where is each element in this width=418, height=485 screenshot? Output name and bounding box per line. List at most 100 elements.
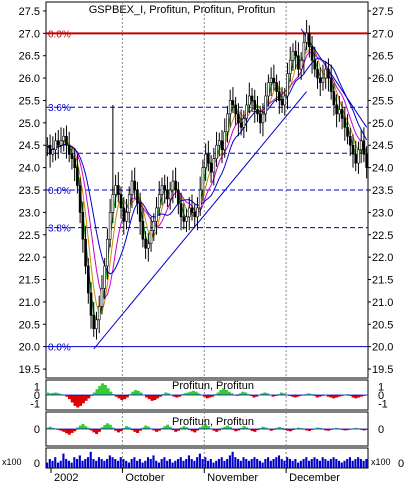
y-tick-label-left: 24.5 (19, 140, 40, 152)
price-bar-body (182, 216, 186, 222)
price-bar-body (97, 306, 101, 321)
price-bar-body (54, 140, 57, 151)
volume-bar (130, 459, 133, 468)
price-bar-body (193, 212, 197, 218)
oscillator-1-bar (332, 395, 336, 399)
price-bar-body (122, 207, 126, 222)
oscillator-2-bar (103, 425, 107, 429)
price-bar-body (127, 194, 131, 213)
oscillator-1-bar (354, 395, 358, 399)
y-tick-label-right: 25.5 (372, 95, 393, 107)
y-tick-label-left: 21.5 (19, 275, 40, 287)
y-tick-label-right: 21.5 (372, 275, 393, 287)
volume-bar (362, 460, 365, 468)
price-bar-body (318, 77, 322, 83)
volume-tick-label-right: 0 (398, 458, 404, 470)
volume-bar (149, 459, 152, 468)
price-bar-body (152, 221, 156, 231)
oscillator-1-bar (87, 395, 91, 399)
price-bar-body (256, 109, 259, 115)
volume-bar (78, 455, 81, 468)
price-bar-body (245, 104, 248, 119)
price-bar-body (365, 153, 368, 168)
price-bar-body (46, 144, 49, 147)
price-bar-body (114, 185, 117, 195)
osc2-panel-title: Profitun, Profitun (172, 416, 254, 428)
volume-bar (351, 460, 354, 468)
volume-bar (108, 455, 111, 468)
price-bar-body (354, 153, 358, 164)
y-tick-label-right: 27.0 (372, 28, 393, 40)
price-bar-body (81, 212, 85, 240)
price-bar-body (177, 189, 180, 204)
volume-bar (212, 462, 215, 468)
oscillator-1-bar (131, 391, 135, 395)
y-tick-label-right: 24.5 (372, 140, 393, 152)
oscillator-1-tick-label-right: -1 (378, 398, 388, 410)
oscillator-1-bar (194, 391, 198, 395)
volume-bar (245, 459, 248, 468)
volume-bar (76, 459, 79, 468)
price-bar-body (160, 185, 164, 195)
price-bar-body (56, 140, 60, 146)
volume-bar (337, 460, 341, 468)
price-bar-body (67, 144, 71, 155)
oscillator-1-bar (95, 389, 99, 395)
oscillator-1-bar (150, 395, 154, 401)
price-bar-body (179, 203, 183, 218)
fib-level-label: 3.6% (48, 103, 71, 114)
volume-bar (48, 459, 51, 468)
volume-bar (95, 460, 98, 468)
price-bar-body (231, 100, 235, 106)
volume-bar (294, 459, 297, 468)
volume-bar (201, 459, 204, 468)
volume-bar (59, 460, 62, 468)
volume-bar (234, 457, 237, 468)
volume-bar (359, 459, 362, 468)
y-tick-label-left: 24.0 (19, 163, 40, 175)
volume-bar (119, 457, 122, 468)
price-bar-body (103, 265, 106, 289)
volume-bar (272, 459, 275, 468)
volume-bar (176, 459, 180, 468)
price-panel-title: GSPBEX_I, Profitun, Profitun, Profitun (89, 4, 275, 16)
volume-bar (209, 459, 212, 468)
volume-bar (190, 459, 193, 468)
oscillator-1-bar (227, 391, 231, 395)
price-bar-body (204, 153, 207, 168)
oscillator-1-bar (101, 383, 105, 395)
volume-bar (114, 459, 117, 468)
volume-bar (228, 455, 231, 468)
oscillator-1-bar (241, 391, 245, 395)
volume-tick-label-left: 0 (34, 458, 40, 470)
volume-bar (67, 460, 70, 468)
price-bar-body (237, 113, 240, 124)
volume-bar (310, 459, 313, 468)
price-bar-body (335, 104, 338, 115)
price-bar-body (215, 144, 218, 159)
volume-bar (46, 462, 49, 468)
oscillator-1-bar (205, 395, 209, 399)
volume-bar (141, 462, 144, 468)
price-bar-body (65, 135, 68, 146)
volume-bar (51, 460, 54, 468)
volume-bar (215, 460, 218, 468)
price-bar-body (253, 100, 257, 110)
volume-bar (267, 457, 270, 468)
y-tick-label-left: 20.0 (19, 342, 40, 354)
volume-bar (305, 457, 308, 468)
price-bar-body (299, 59, 303, 70)
volume-bar (73, 457, 76, 468)
price-bar-body (168, 189, 172, 200)
volume-bar (231, 451, 234, 468)
price-bar-body (130, 180, 134, 195)
oscillator-2-bar (92, 429, 96, 433)
price-bar-body (275, 82, 278, 92)
volume-bar (106, 459, 109, 468)
volume-left-multiplier: x100 (2, 457, 22, 467)
volume-bar (103, 460, 106, 468)
oscillator-1-bar (123, 395, 127, 400)
y-tick-label-left: 22.5 (19, 230, 40, 242)
price-bar-body (51, 149, 55, 155)
price-bar-body (133, 180, 136, 191)
